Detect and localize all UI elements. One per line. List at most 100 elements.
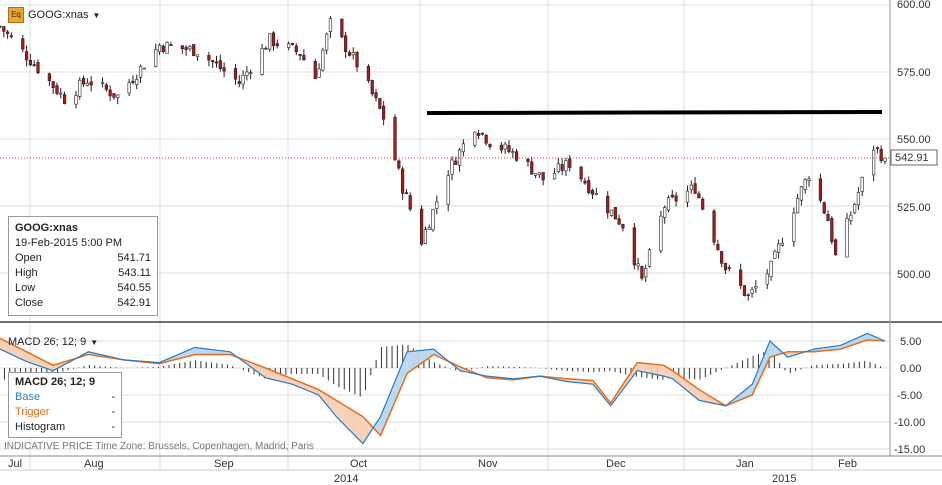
y-tick: -10.00 — [894, 417, 925, 429]
candle-body — [378, 98, 382, 109]
candle-body — [488, 143, 492, 148]
chevron-down-icon[interactable]: ▼ — [93, 11, 101, 20]
candle-body — [374, 92, 378, 99]
candle-body — [74, 95, 78, 105]
macd-fill — [660, 365, 664, 377]
info-row: Low 540.55 — [15, 281, 151, 296]
candle-body — [803, 179, 807, 190]
candle-body — [157, 44, 162, 53]
candle-body — [742, 285, 747, 296]
candle-body — [499, 144, 503, 151]
candle-body — [777, 243, 781, 253]
month-label: Dec — [606, 458, 626, 470]
candle-body — [344, 35, 348, 52]
candle-body — [723, 262, 728, 271]
candle-body — [564, 160, 568, 172]
price-y-ticks: 600.00 575.00 550.00 525.00 500.00 — [897, 0, 931, 281]
candle-body — [511, 151, 515, 153]
info-value: 541.71 — [117, 252, 151, 264]
candle-body — [644, 268, 648, 278]
candle-body — [613, 207, 617, 220]
legend-base-label: Base — [15, 391, 41, 403]
candle-body — [404, 192, 409, 195]
candle-body — [507, 145, 511, 153]
macd-fill — [654, 364, 658, 375]
macd-header[interactable]: MACD 26; 12; 9 ▼ — [8, 336, 98, 348]
candle-body — [556, 163, 560, 172]
chevron-down-icon[interactable]: ▼ — [90, 338, 98, 347]
candle-body — [59, 92, 63, 95]
candle-body — [9, 35, 13, 38]
macd-fill — [413, 350, 416, 370]
candle-body — [233, 68, 238, 80]
candle-body — [180, 45, 184, 50]
candle-body — [792, 212, 796, 242]
legend-histogram-label: Histogram — [15, 421, 66, 433]
candle-body — [154, 49, 158, 67]
candle-body — [849, 214, 853, 221]
resistance-line[interactable] — [426, 110, 883, 115]
candle-body — [537, 172, 541, 175]
macd-fill — [649, 363, 652, 374]
macd-fill — [410, 351, 413, 372]
candle-body — [693, 183, 697, 194]
candle-body — [663, 207, 667, 218]
candle-body — [799, 186, 804, 201]
info-value: 542.91 — [117, 297, 151, 309]
candle-body — [807, 178, 811, 181]
candle-body — [856, 192, 861, 206]
candle-body — [184, 47, 188, 50]
candle-body — [552, 172, 557, 180]
candle-body — [461, 143, 465, 153]
ohlc-info-box: GOOG:xnas 19-Feb-2015 5:00 PM Open 541.71… — [8, 216, 158, 316]
candle-body — [328, 18, 333, 32]
candle-body — [818, 178, 823, 201]
month-label: Jul — [8, 458, 22, 470]
month-label: Jan — [736, 458, 754, 470]
symbol-header[interactable]: Eq GOOG:xnas ▼ — [8, 7, 100, 23]
candle-body — [81, 78, 86, 85]
candle-body — [408, 195, 412, 210]
candle-body — [5, 31, 10, 34]
macd-fill — [345, 405, 349, 429]
candle-body — [830, 218, 834, 243]
candle-body — [720, 251, 724, 264]
candle-body — [317, 68, 321, 78]
equity-icon: Eq — [8, 7, 24, 23]
macd-fill — [197, 347, 201, 355]
candle-body — [192, 44, 196, 56]
info-label: Close — [15, 297, 44, 309]
legend-row: Base - — [15, 390, 115, 405]
candle-body — [796, 198, 800, 214]
year-label: 2014 — [334, 473, 358, 485]
candle-body — [218, 60, 222, 69]
candle-body — [89, 81, 93, 86]
macd-fill — [657, 364, 661, 376]
candle-body — [321, 49, 325, 71]
year-label: 2015 — [772, 473, 796, 485]
candle-body — [632, 227, 636, 266]
candle-body — [541, 172, 545, 181]
candle-body — [127, 82, 131, 94]
footer-note: INDICATIVE PRICE Time Zone: Brussels, Co… — [4, 441, 314, 452]
info-label: Open — [15, 252, 42, 264]
candle-body — [298, 54, 302, 56]
candle-body — [302, 54, 306, 61]
macd-legend-box: MACD 26; 12; 9 Base - Trigger - Histogram - — [8, 372, 122, 438]
candle-body — [773, 250, 777, 259]
candle-body — [423, 229, 428, 244]
candle-body — [268, 33, 272, 50]
candle-body — [834, 239, 838, 256]
candle-body — [237, 81, 241, 84]
candle-body — [401, 168, 405, 194]
month-label: Oct — [350, 458, 367, 470]
candle-body — [0, 25, 2, 28]
candle-body — [533, 173, 538, 176]
candle-body — [640, 266, 644, 279]
legend-row: Trigger - — [15, 405, 115, 420]
info-value: 543.11 — [118, 267, 151, 279]
candle-body — [55, 85, 59, 94]
info-label: Low — [15, 282, 36, 294]
candle-body — [24, 51, 29, 61]
candle-body — [161, 45, 165, 52]
